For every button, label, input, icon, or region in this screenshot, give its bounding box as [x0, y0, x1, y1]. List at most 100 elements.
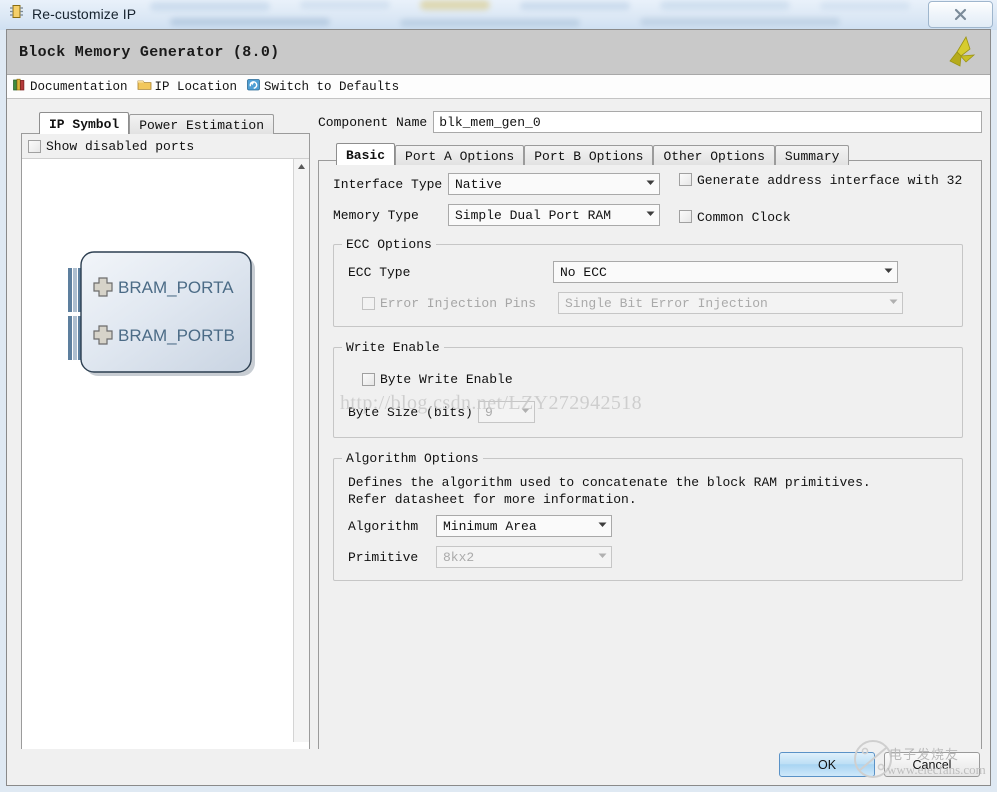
tab-port-a-options-label: Port A Options	[405, 149, 514, 164]
interface-type-combo[interactable]: Native	[448, 173, 660, 195]
ecc-type-label: ECC Type	[348, 265, 553, 280]
algorithm-row: Algorithm Minimum Area	[348, 515, 962, 537]
chevron-down-icon	[645, 208, 656, 223]
ecc-type-row: ECC Type No ECC	[348, 261, 962, 283]
cancel-button[interactable]: Cancel	[884, 752, 980, 777]
toolbar-item-documentation[interactable]: Documentation	[7, 75, 132, 99]
scroll-up-arrow[interactable]	[294, 159, 309, 174]
ip-header-title: Block Memory Generator (8.0)	[19, 44, 279, 61]
chevron-down-icon	[883, 265, 894, 280]
tab-summary-label: Summary	[785, 149, 840, 164]
left-tab-bar: IP Symbol Power Estimation	[21, 112, 310, 134]
generate-address-interface-row[interactable]: Generate address interface with 32	[679, 173, 979, 188]
port-b-label: BRAM_PORTB	[118, 326, 235, 345]
error-injection-type-combo: Single Bit Error Injection	[558, 292, 903, 314]
cancel-button-label: Cancel	[913, 758, 952, 772]
component-name-value: blk_mem_gen_0	[439, 115, 540, 130]
folder-icon	[137, 77, 152, 96]
write-enable-title: Write Enable	[342, 340, 444, 355]
component-name-input[interactable]: blk_mem_gen_0	[433, 111, 982, 133]
common-clock-label: Common Clock	[697, 210, 791, 225]
toolbar-item-ip-location[interactable]: IP Location	[132, 75, 242, 99]
right-tab-bar: Basic Port A Options Port B Options Othe…	[318, 143, 982, 165]
bram-symbol[interactable]: BRAM_PORTA BRAM_PORTB	[68, 244, 263, 384]
interface-type-value: Native	[455, 177, 502, 192]
close-button[interactable]	[928, 1, 993, 28]
tab-port-b-options-label: Port B Options	[534, 149, 643, 164]
primitive-combo: 8kx2	[436, 546, 612, 568]
byte-write-enable-label: Byte Write Enable	[380, 372, 513, 387]
show-disabled-ports-checkbox[interactable]	[28, 140, 41, 153]
algorithm-options-group: Algorithm Options Defines the algorithm …	[333, 458, 963, 581]
toolbar-label-ip-location: IP Location	[155, 80, 238, 94]
ip-header: Block Memory Generator (8.0)	[7, 30, 990, 75]
memory-type-label: Memory Type	[333, 208, 448, 223]
memory-type-combo[interactable]: Simple Dual Port RAM	[448, 204, 660, 226]
generate-address-interface-label: Generate address interface with 32	[697, 173, 962, 188]
ip-symbol-canvas[interactable]: BRAM_PORTA BRAM_PORTB	[22, 159, 294, 742]
interface-type-label: Interface Type	[333, 177, 448, 192]
ip-chip-icon	[8, 3, 25, 25]
chevron-down-icon	[520, 405, 531, 420]
ecc-type-value: No ECC	[560, 265, 607, 280]
xilinx-logo	[936, 35, 978, 76]
books-icon	[12, 77, 27, 96]
port-bus-a	[68, 268, 82, 312]
tab-port-b-options[interactable]: Port B Options	[524, 145, 653, 165]
port-bus-b	[68, 316, 82, 360]
algorithm-options-title: Algorithm Options	[342, 451, 483, 466]
chevron-down-icon	[597, 550, 608, 565]
algorithm-combo[interactable]: Minimum Area	[436, 515, 612, 537]
algorithm-description-line1: Defines the algorithm used to concatenat…	[348, 475, 962, 491]
tab-power-estimation-label: Power Estimation	[139, 118, 264, 133]
generate-address-interface-checkbox[interactable]	[679, 173, 692, 186]
ip-symbol-panel: Show disabled ports	[21, 133, 310, 775]
tab-basic[interactable]: Basic	[336, 143, 395, 165]
error-injection-type-value: Single Bit Error Injection	[565, 296, 768, 311]
tab-port-a-options[interactable]: Port A Options	[395, 145, 524, 165]
component-name-label: Component Name	[318, 115, 427, 130]
chevron-down-icon	[888, 296, 899, 311]
common-clock-row[interactable]: Common Clock	[679, 210, 979, 225]
primitive-label: Primitive	[348, 550, 436, 565]
ecc-type-combo[interactable]: No ECC	[553, 261, 898, 283]
toolbar-label-documentation: Documentation	[30, 80, 128, 94]
primitive-value: 8kx2	[443, 550, 474, 565]
window-title-bar: Re-customize IP	[0, 0, 997, 28]
tab-ip-symbol[interactable]: IP Symbol	[39, 112, 129, 134]
ecc-options-group: ECC Options ECC Type No ECC	[333, 244, 963, 327]
ip-toolbar: Documentation IP Location Switch to Defa…	[7, 75, 990, 99]
byte-size-value: 9	[485, 405, 493, 420]
recustomize-ip-dialog: Block Memory Generator (8.0) Documentati…	[6, 29, 991, 786]
byte-size-combo: 9	[478, 401, 535, 423]
byte-size-label: Byte Size (bits)	[348, 405, 478, 420]
ecc-options-title: ECC Options	[342, 237, 436, 252]
close-icon	[952, 6, 969, 23]
basic-right-checkbox-column: Generate address interface with 32 Commo…	[679, 173, 979, 247]
common-clock-checkbox[interactable]	[679, 210, 692, 223]
tab-summary[interactable]: Summary	[775, 145, 850, 165]
left-vertical-scrollbar[interactable]	[293, 159, 309, 742]
byte-write-enable-checkbox[interactable]	[362, 373, 375, 386]
tab-power-estimation[interactable]: Power Estimation	[129, 114, 274, 134]
dialog-footer: OK Cancel	[7, 749, 990, 785]
chevron-down-icon	[645, 177, 656, 192]
dialog-body: IP Symbol Power Estimation Show disabled…	[7, 100, 990, 785]
show-disabled-ports-row[interactable]: Show disabled ports	[22, 134, 309, 159]
error-injection-row: Error Injection Pins Single Bit Error In…	[348, 292, 962, 314]
ok-button-label: OK	[818, 758, 836, 772]
algorithm-description-line2: Refer datasheet for more information.	[348, 492, 962, 508]
chevron-down-icon	[597, 519, 608, 534]
window-title: Re-customize IP	[32, 6, 136, 22]
toolbar-label-switch-to-defaults: Switch to Defaults	[264, 80, 399, 94]
port-a-label: BRAM_PORTA	[118, 278, 234, 297]
ok-button[interactable]: OK	[779, 752, 875, 777]
tab-ip-symbol-label: IP Symbol	[49, 117, 119, 132]
byte-write-enable-row[interactable]: Byte Write Enable	[348, 372, 962, 387]
error-injection-pins-label: Error Injection Pins	[380, 296, 558, 311]
basic-tab-panel: Interface Type Native Memory Type Simple…	[318, 160, 982, 753]
left-pane: IP Symbol Power Estimation Show disabled…	[7, 100, 310, 785]
tab-other-options[interactable]: Other Options	[653, 145, 774, 165]
toolbar-item-switch-to-defaults[interactable]: Switch to Defaults	[241, 75, 403, 99]
show-disabled-ports-label: Show disabled ports	[46, 139, 194, 154]
